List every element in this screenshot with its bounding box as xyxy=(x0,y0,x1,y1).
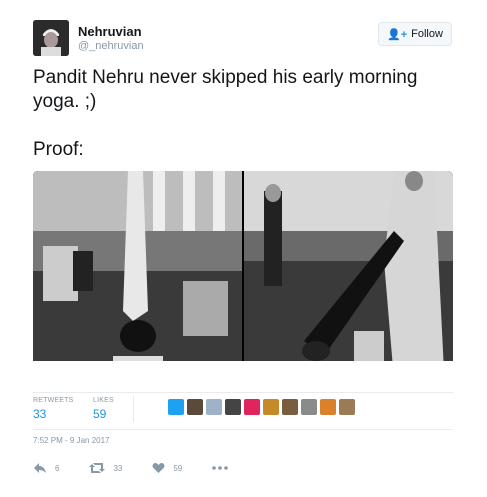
like-button[interactable]: 59 xyxy=(152,462,182,474)
author-handle[interactable]: @_nehruvian xyxy=(78,40,144,52)
retweets-label: RETWEETS xyxy=(33,397,74,404)
like-count: 59 xyxy=(173,463,183,473)
liker-avatar[interactable] xyxy=(339,399,355,415)
liker-avatar[interactable] xyxy=(282,399,298,415)
follow-button-label: Follow xyxy=(411,28,443,40)
tweet-timestamp[interactable]: 7:52 PM - 9 Jan 2017 xyxy=(33,436,110,445)
reply-icon xyxy=(33,462,47,474)
stats-divider xyxy=(133,396,134,422)
retweet-button[interactable]: 33 xyxy=(89,462,122,474)
retweets-stat[interactable]: RETWEETS 33 xyxy=(33,397,74,421)
more-button[interactable] xyxy=(212,466,229,470)
reply-button[interactable]: 6 xyxy=(33,462,59,474)
liker-avatar[interactable] xyxy=(244,399,260,415)
likes-label: LIKES xyxy=(93,397,114,404)
retweet-icon xyxy=(89,462,106,474)
tweet-card: Nehruvian @_nehruvian 👤+ Follow Pandit N… xyxy=(0,0,487,380)
liker-avatar[interactable] xyxy=(225,399,241,415)
tweet-text-line: Pandit Nehru never skipped his early mor… xyxy=(33,67,418,112)
liker-avatar[interactable] xyxy=(206,399,222,415)
more-icon xyxy=(212,466,229,470)
liker-avatar[interactable] xyxy=(301,399,317,415)
likes-count: 59 xyxy=(93,407,107,421)
likes-stat[interactable]: LIKES 59 xyxy=(93,397,114,421)
author-avatar[interactable] xyxy=(33,20,69,56)
retweets-count: 33 xyxy=(33,407,47,421)
reply-count: 6 xyxy=(55,463,60,473)
follow-button[interactable]: 👤+ Follow xyxy=(378,22,452,46)
author-name[interactable]: Nehruvian xyxy=(78,24,142,39)
tweet-photo[interactable] xyxy=(244,171,453,380)
tweet-text-line: Proof: xyxy=(33,139,84,160)
tweet-media[interactable] xyxy=(33,171,453,380)
tweet-text: Pandit Nehru never skipped his early mor… xyxy=(33,66,453,162)
liker-avatar[interactable] xyxy=(263,399,279,415)
liker-avatars xyxy=(168,399,355,415)
liker-avatar[interactable] xyxy=(168,399,184,415)
heart-icon xyxy=(152,462,165,474)
tweet-photo[interactable] xyxy=(33,171,242,380)
retweet-count: 33 xyxy=(113,463,123,473)
liker-avatar[interactable] xyxy=(320,399,336,415)
liker-avatar[interactable] xyxy=(187,399,203,415)
tweet-actions: 6 33 59 xyxy=(33,460,229,476)
add-user-icon: 👤+ xyxy=(387,28,408,41)
